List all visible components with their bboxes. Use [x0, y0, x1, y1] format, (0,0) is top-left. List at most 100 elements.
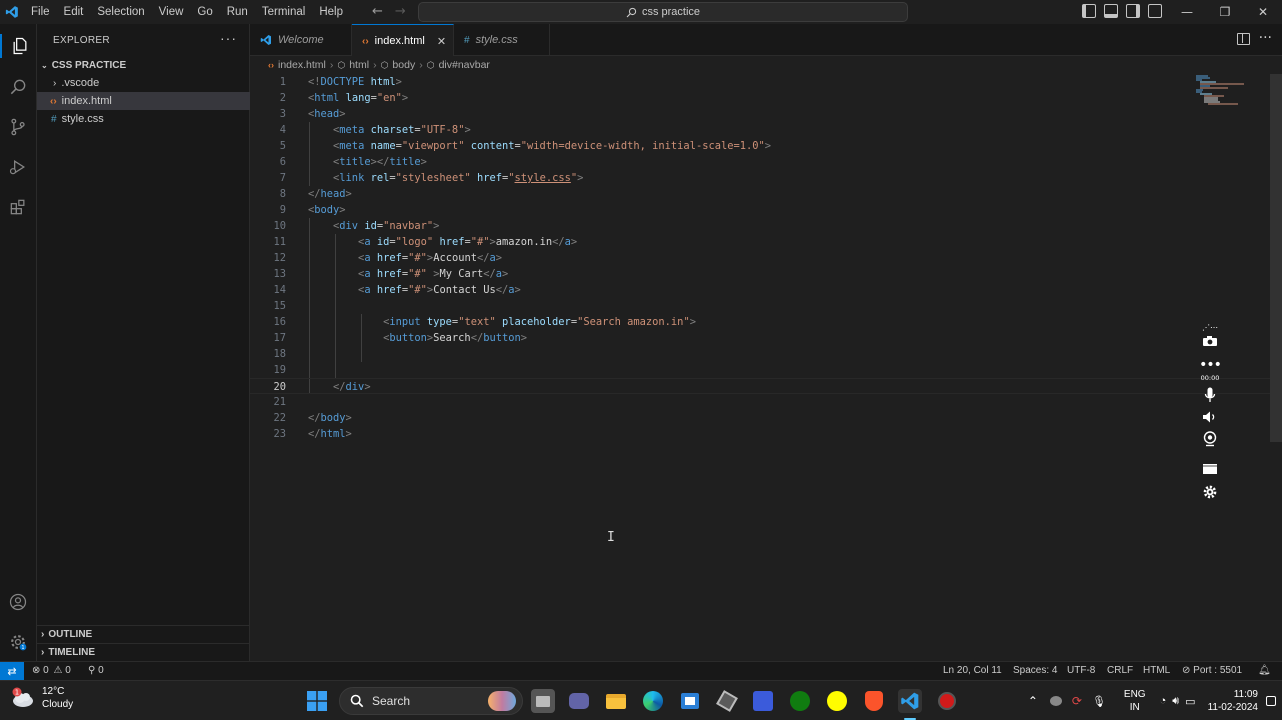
encoding[interactable]: UTF-8	[1067, 665, 1095, 676]
menu-selection[interactable]: Selection	[90, 6, 151, 18]
menu-run[interactable]: Run	[220, 6, 255, 18]
menu-help[interactable]: Help	[312, 6, 350, 18]
remote-window-icon[interactable]: ⇄	[0, 662, 24, 681]
ports-indicator[interactable]: ⚲ 0	[88, 665, 104, 676]
file-explorer-icon[interactable]	[604, 689, 628, 713]
menu-terminal[interactable]: Terminal	[255, 6, 312, 18]
camera-icon[interactable]	[1200, 332, 1220, 350]
command-center[interactable]: css practice	[418, 2, 908, 22]
menu-go[interactable]: Go	[190, 6, 219, 18]
battery-icon[interactable]: ▭	[1185, 695, 1195, 708]
customize-layout-icon[interactable]	[1148, 4, 1162, 18]
record-icon[interactable]	[935, 689, 959, 713]
editor-app-icon[interactable]	[751, 689, 775, 713]
end-of-line[interactable]: CRLF	[1107, 665, 1133, 676]
vertical-scrollbar[interactable]	[1270, 74, 1282, 442]
toggle-sidebar-icon[interactable]	[1082, 4, 1096, 18]
breadcrumb-item[interactable]: html	[349, 59, 369, 71]
back-arrow-icon[interactable]: ←	[372, 4, 383, 19]
toggle-panel-icon[interactable]	[1104, 4, 1118, 18]
live-server-port[interactable]: ⊘ Port : 5501	[1182, 665, 1242, 676]
timeline-label: TIMELINE	[48, 647, 96, 658]
search-icon[interactable]	[6, 75, 30, 99]
weather-widget[interactable]: 1 12°C Cloudy	[10, 685, 73, 711]
forward-arrow-icon[interactable]: →	[395, 4, 406, 19]
language-indicator[interactable]: ENG IN	[1124, 688, 1146, 714]
breadcrumb-item[interactable]: index.html	[278, 59, 326, 71]
weather-temperature: 12°C	[42, 686, 65, 697]
explorer-header: EXPLORER	[53, 35, 110, 46]
microphone-icon[interactable]	[1200, 386, 1220, 404]
text-cursor-icon: I	[607, 530, 615, 545]
webcam-icon[interactable]	[1200, 430, 1220, 448]
language-mode[interactable]: HTML	[1143, 665, 1170, 676]
close-window-button[interactable]: ✕	[1244, 0, 1282, 24]
tray-mic-icon[interactable]: 🎙︎	[1092, 695, 1106, 708]
menu-edit[interactable]: Edit	[57, 6, 91, 18]
teams-chat-icon[interactable]	[567, 689, 591, 713]
menu-view[interactable]: View	[152, 6, 191, 18]
more-actions-icon[interactable]: ···	[220, 30, 237, 46]
notification-icon[interactable]	[1266, 696, 1276, 706]
settings-gear-icon[interactable]	[1200, 483, 1220, 501]
outline-section[interactable]: › OUTLINE	[37, 625, 250, 643]
css-file-icon: #	[51, 113, 57, 125]
split-editor-icon[interactable]	[1237, 33, 1250, 45]
element-icon: ⬡	[337, 59, 346, 70]
clock[interactable]: 11:09 11-02-2024	[1208, 688, 1258, 714]
clock-date: 11-02-2024	[1207, 702, 1258, 713]
extensions-icon[interactable]	[6, 195, 30, 219]
volume-icon[interactable]: 🔊︎	[1172, 695, 1179, 708]
vscode-taskbar-icon[interactable]	[898, 689, 922, 713]
xbox-icon[interactable]	[788, 689, 812, 713]
speaker-icon[interactable]	[1200, 408, 1220, 426]
taskbar-search-box[interactable]: Search	[339, 687, 523, 715]
chevron-up-icon[interactable]: ⌃	[1028, 694, 1038, 708]
more-actions-icon[interactable]: ···	[1259, 30, 1272, 46]
timeline-section[interactable]: › TIMELINE	[37, 643, 250, 661]
workspace-folder[interactable]: ⌄ CSS PRACTICE	[37, 56, 250, 74]
maximize-button[interactable]: ❐	[1206, 0, 1244, 24]
problems-indicator[interactable]: ⊗ 0 ⚠ 0	[32, 665, 71, 676]
wifi-icon[interactable]: ◔	[1160, 695, 1167, 707]
cursor-position[interactable]: Ln 20, Col 11	[943, 665, 1002, 676]
windows-start-icon[interactable]	[305, 689, 329, 713]
clock-time: 11:09	[1233, 689, 1258, 700]
close-icon[interactable]: ✕	[437, 35, 446, 48]
more-options-icon[interactable]: •••	[1199, 356, 1222, 374]
toggle-secondary-sidebar-icon[interactable]	[1126, 4, 1140, 18]
edge-browser-icon[interactable]	[641, 689, 665, 713]
tray-app-icon[interactable]	[1049, 696, 1062, 706]
code-line: 12 <a href="#">Account</a>	[273, 252, 503, 264]
manage-gear-icon[interactable]: 1	[6, 630, 30, 654]
minimize-button[interactable]: —	[1168, 0, 1206, 24]
indentation[interactable]: Spaces: 4	[1013, 665, 1057, 676]
tree-item-vscode[interactable]: › .vscode	[37, 74, 250, 92]
tree-item-index-html[interactable]: ‹› index.html	[37, 92, 250, 110]
minimap[interactable]	[1194, 74, 1250, 114]
obs-app-icon[interactable]	[715, 689, 739, 713]
breadcrumb-item[interactable]: body	[392, 59, 415, 71]
tab-style-css[interactable]: # style.css	[454, 24, 550, 56]
explorer-icon[interactable]	[0, 34, 37, 58]
breadcrumb-item[interactable]: div#navbar	[439, 59, 490, 71]
snapchat-icon[interactable]	[825, 689, 849, 713]
tree-item-style-css[interactable]: # style.css	[37, 110, 250, 128]
tab-welcome[interactable]: Welcome	[250, 24, 352, 56]
taskbar-search-label: Search	[372, 694, 411, 708]
task-view-icon[interactable]	[531, 689, 555, 713]
microsoft-store-icon[interactable]	[678, 689, 702, 713]
accounts-icon[interactable]	[6, 590, 30, 614]
tray-sync-icon[interactable]: ⟳	[1072, 694, 1082, 708]
notifications-bell-icon[interactable]: 🔔︎	[1258, 665, 1271, 676]
tab-index-html[interactable]: ‹› index.html ✕	[352, 24, 454, 57]
code-line: 23 </html>	[273, 428, 352, 440]
screen-area-icon[interactable]	[1200, 460, 1220, 478]
code-editor[interactable]: 1 <!DOCTYPE html> 2 <html lang="en"> 3 <hea…	[250, 74, 1282, 661]
language-bottom: IN	[1129, 702, 1140, 713]
menu-file[interactable]: File	[24, 6, 57, 18]
tree-item-label: .vscode	[61, 77, 100, 89]
run-debug-icon[interactable]	[6, 155, 30, 179]
brave-browser-icon[interactable]	[862, 689, 886, 713]
source-control-icon[interactable]	[6, 115, 30, 139]
